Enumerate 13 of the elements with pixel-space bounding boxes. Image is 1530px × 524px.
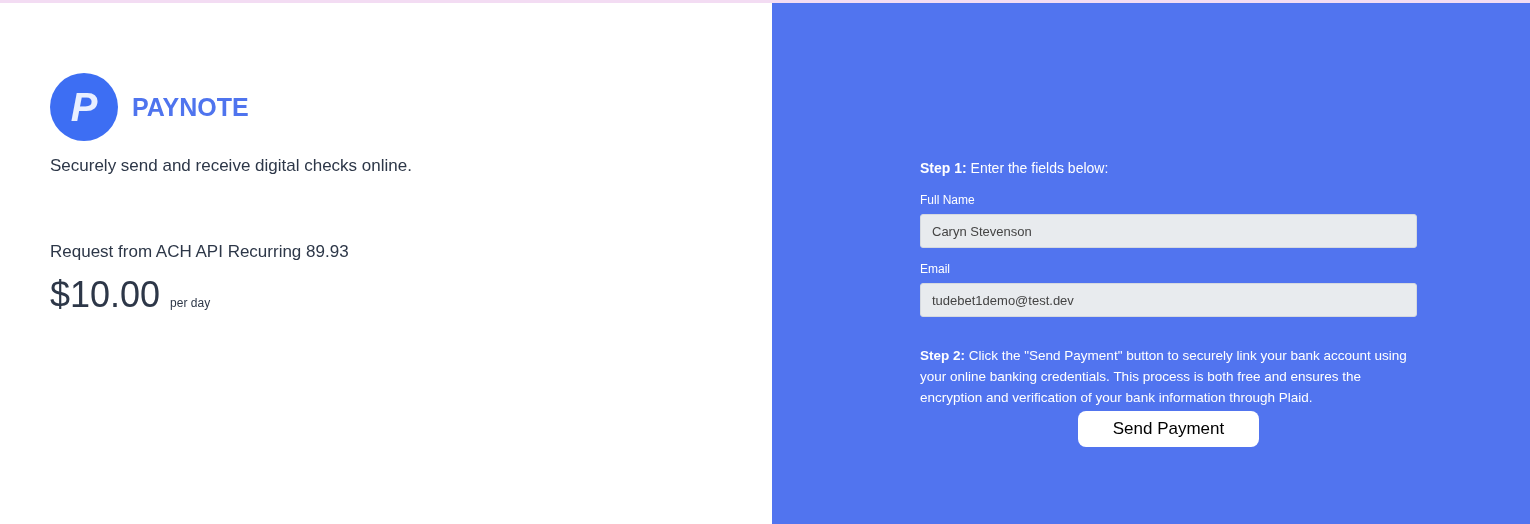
- step-instruction: Step 2: Click the "Send Payment" button to securely link your bank account using your online banking credentials. This process is both free and ensures the encryption and verification of your bank information through Plaid.: [920, 347, 1408, 407]
- input-field[interactable]: tudebet1demo@test.dev: [920, 283, 1417, 317]
- field-label: Email: [920, 262, 951, 276]
- tagline: Securely send and receive digital checks online.: [50, 156, 413, 176]
- logo-icon: P: [50, 73, 118, 141]
- request-title: Request from ACH API Recurring 89.93: [50, 242, 350, 262]
- field-label: Full Name: [920, 193, 976, 207]
- input-field[interactable]: Caryn Stevenson: [920, 214, 1417, 248]
- amount: $10.00: [50, 274, 161, 316]
- step-instruction: Step 1: Enter the fields below:: [920, 159, 1110, 178]
- brand-name: PAYNOTE: [132, 92, 249, 122]
- period-label: per day: [170, 296, 211, 310]
- send-payment-button[interactable]: Send Payment: [1078, 411, 1259, 447]
